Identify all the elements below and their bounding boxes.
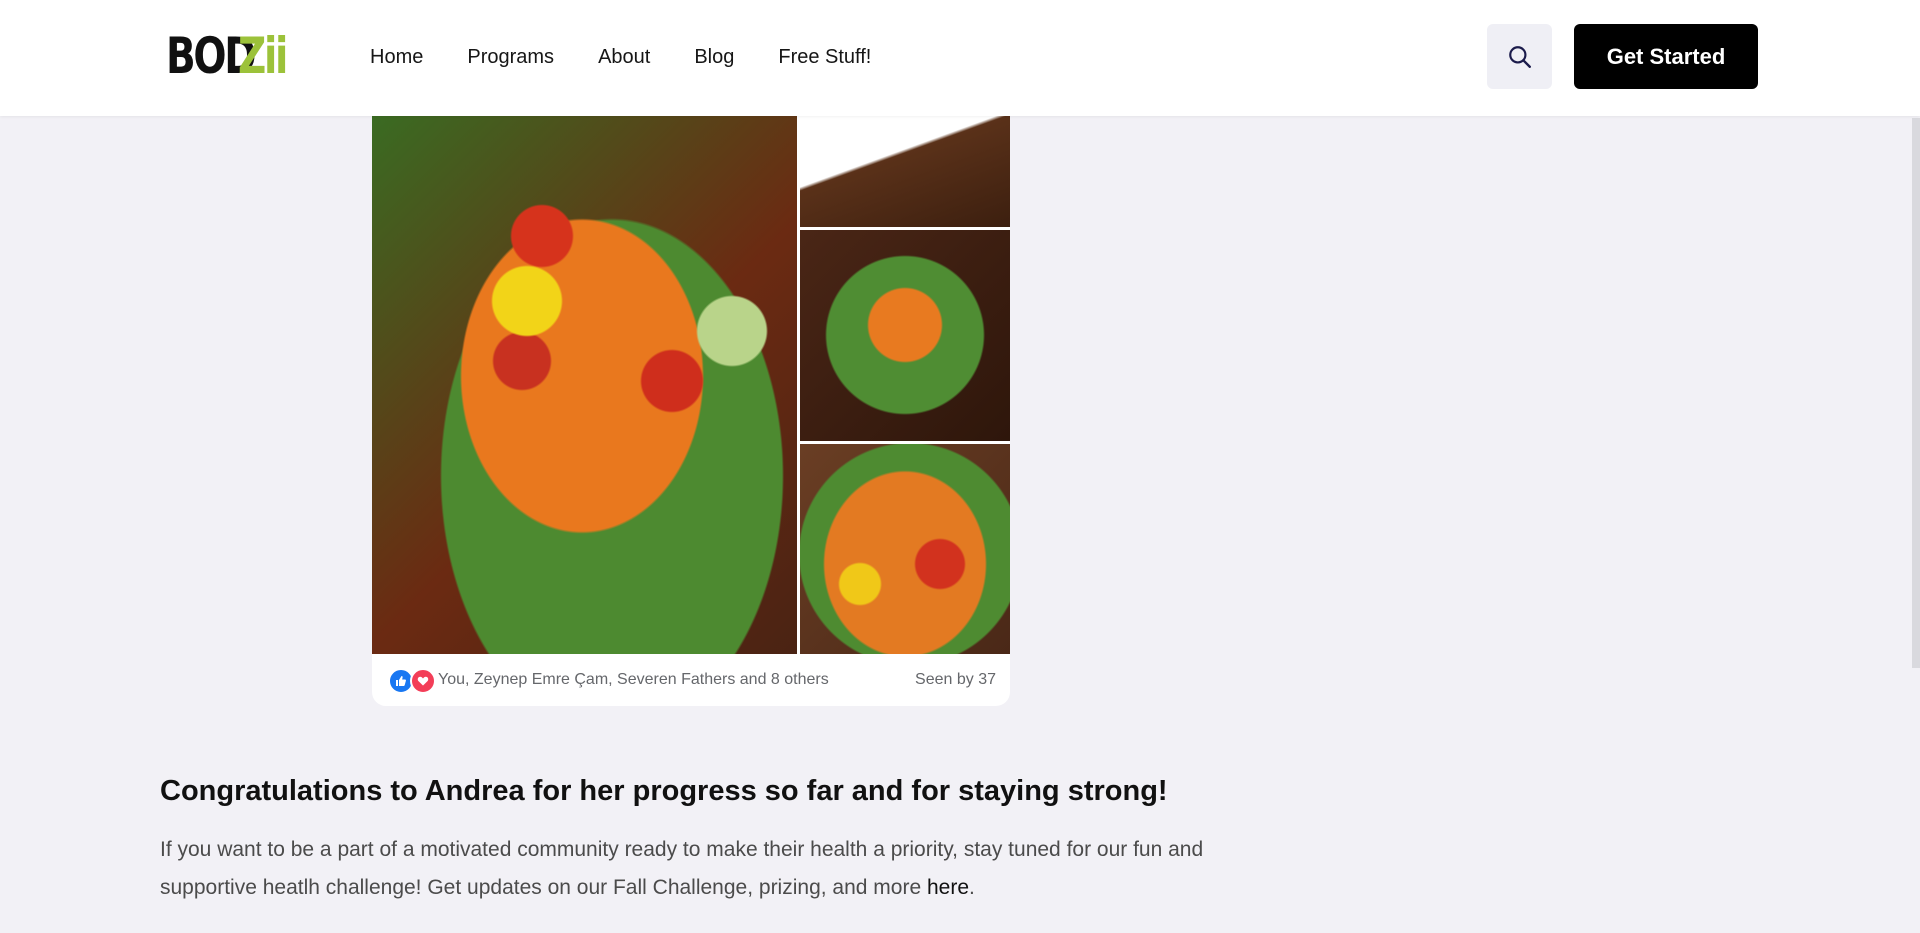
paragraph-text: If you want to be a part of a motivated … (160, 838, 1204, 899)
scrollbar-thumb[interactable] (1912, 118, 1920, 668)
here-link[interactable]: here (927, 876, 969, 899)
salad-bottom-photo[interactable] (800, 444, 1010, 654)
site-header: BOD Zii Home Programs About Blog Free St… (0, 0, 1920, 116)
nav-blog[interactable]: Blog (694, 46, 734, 69)
main-nav: Home Programs About Blog Free Stuff! (370, 40, 871, 74)
salad-main-photo[interactable] (372, 116, 797, 654)
logo-text-zii: Zii (238, 27, 288, 85)
seen-count[interactable]: Seen by 37 (915, 671, 996, 689)
nav-free-stuff[interactable]: Free Stuff! (778, 46, 871, 69)
nav-about[interactable]: About (598, 46, 650, 69)
facebook-post-card: You, Zeynep Emre Çam, Severen Fathers an… (372, 116, 1010, 706)
search-button[interactable] (1487, 24, 1552, 89)
article-paragraph: If you want to be a part of a motivated … (160, 831, 1210, 907)
nav-home[interactable]: Home (370, 46, 423, 69)
search-icon (1508, 45, 1531, 68)
get-started-button[interactable]: Get Started (1574, 24, 1758, 89)
bodzii-logo[interactable]: BOD Zii (166, 26, 296, 86)
reaction-icons[interactable] (388, 668, 436, 694)
salad-top-photo[interactable] (800, 116, 1010, 227)
paragraph-end: . (969, 876, 975, 899)
salad-middle-photo[interactable] (800, 230, 1010, 441)
love-reaction-icon (410, 668, 436, 694)
article-heading: Congratulations to Andrea for her progre… (160, 775, 1168, 807)
nav-programs[interactable]: Programs (467, 46, 554, 69)
reaction-names[interactable]: You, Zeynep Emre Çam, Severen Fathers an… (438, 671, 829, 689)
